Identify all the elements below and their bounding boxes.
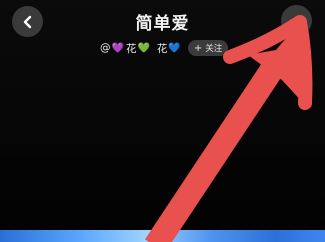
bottom-content-strip [0,230,325,242]
more-button[interactable] [281,5,312,36]
author-link[interactable]: @ 💜 花 💚 花 💙 [100,41,182,56]
at-symbol: @ [100,42,111,54]
more-horizontal-icon [289,18,304,23]
screen: 简单爱 @ 💜 花 💚 花 💙 + 关注 [0,0,325,242]
page-title: 简单爱 [135,14,190,34]
arrow-shaft [144,55,288,242]
plus-icon: + [193,42,203,54]
follow-button[interactable]: + 关注 [187,40,229,56]
author-name-part1: 花 [125,42,137,55]
purple-heart-icon: 💜 [111,42,124,54]
red-arrow-annotation [144,15,313,242]
follow-label: 关注 [205,44,223,54]
author-row: @ 💜 花 💚 花 💙 + 关注 [100,39,229,57]
blue-heart-icon: 💙 [168,42,181,54]
author-name-part2: 花 [156,42,168,55]
green-heart-icon: 💚 [137,42,150,54]
